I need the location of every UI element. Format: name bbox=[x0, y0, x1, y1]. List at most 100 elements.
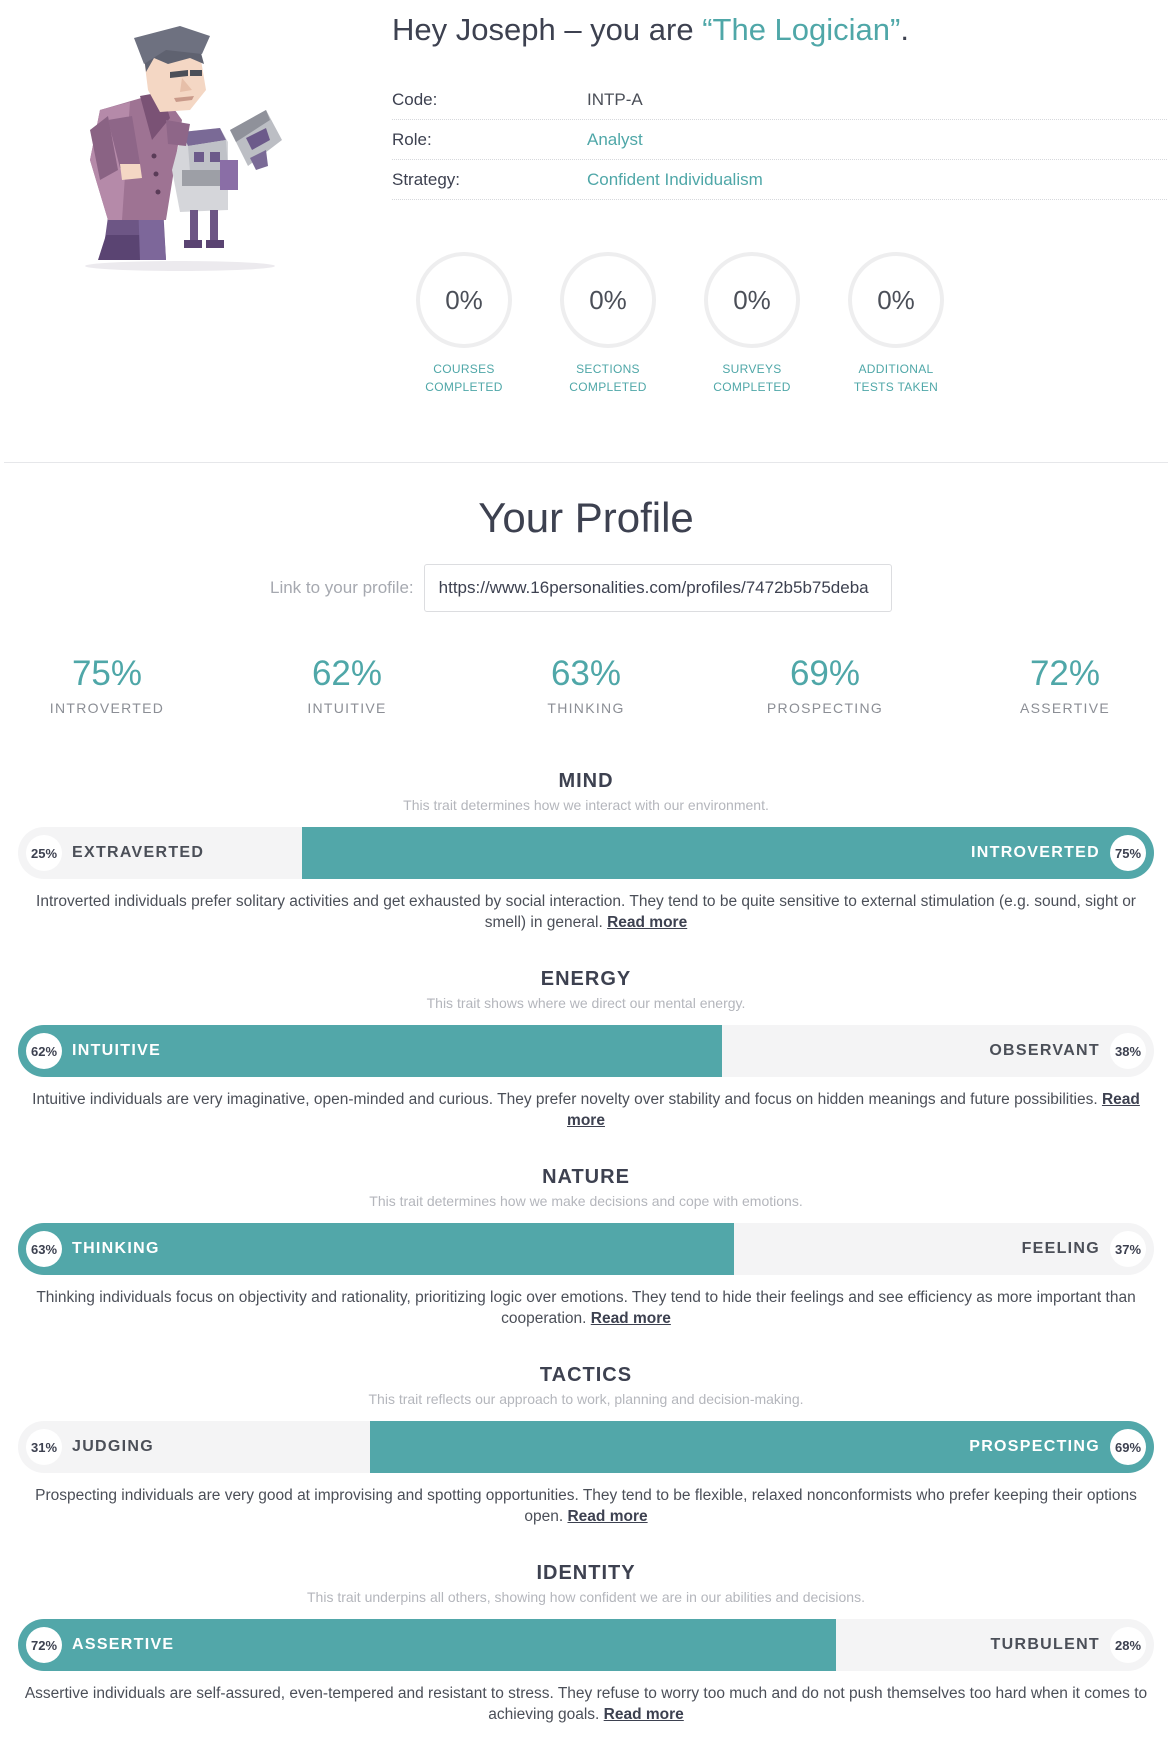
greeting-text: Hey Joseph – you are bbox=[392, 12, 703, 47]
summary-intuitive: 62% INTUITIVE bbox=[247, 654, 447, 716]
progress-stats: 0% COURSES COMPLETED 0% SECTIONS COMPLETED… bbox=[392, 252, 968, 396]
summary-name: INTUITIVE bbox=[307, 700, 387, 716]
left-percent-badge: 25% bbox=[26, 835, 62, 871]
info-row-strategy: Strategy: Confident Individualism bbox=[392, 160, 1167, 200]
left-percent-badge: 63% bbox=[26, 1231, 62, 1267]
right-trait-label: OBSERVANT bbox=[989, 1042, 1100, 1059]
trait-tactics: TACTICS This trait reflects our approach … bbox=[0, 1364, 1172, 1527]
progress-ring: 0% bbox=[848, 252, 944, 348]
description-text: Assertive individuals are self-assured, … bbox=[24, 1685, 1148, 1723]
left-percent-badge: 62% bbox=[26, 1033, 62, 1069]
trait-description: Intuitive individuals are very imaginati… bbox=[16, 1089, 1156, 1131]
right-percent-badge: 28% bbox=[1110, 1627, 1146, 1663]
trait-bar: 63% THINKING FEELING 37% bbox=[18, 1223, 1154, 1275]
summary-name: ASSERTIVE bbox=[1019, 700, 1111, 716]
stat-additional-tests[interactable]: 0% ADDITIONAL TESTS TAKEN bbox=[824, 252, 968, 396]
summary-percent: 62% bbox=[311, 654, 383, 693]
right-percent-badge: 38% bbox=[1110, 1033, 1146, 1069]
right-percent-badge: 75% bbox=[1110, 835, 1146, 871]
summary-assertive: 72% ASSERTIVE bbox=[965, 654, 1165, 716]
result-header-section: Hey Joseph – you are “The Logician”. Cod… bbox=[0, 0, 1172, 462]
trait-nature: NATURE This trait determines how we make … bbox=[0, 1166, 1172, 1329]
summary-prospecting: 69% PROSPECTING bbox=[725, 654, 925, 716]
summary-percent: 75% bbox=[71, 654, 143, 693]
progress-ring: 0% bbox=[416, 252, 512, 348]
read-more-link[interactable]: Read more bbox=[604, 1706, 684, 1723]
stat-surveys[interactable]: 0% SURVEYS COMPLETED bbox=[680, 252, 824, 396]
summary-percent: 72% bbox=[1029, 654, 1101, 693]
left-percent-badge: 31% bbox=[26, 1429, 62, 1465]
progress-ring: 0% bbox=[560, 252, 656, 348]
summary-name: INTROVERTED bbox=[49, 700, 165, 716]
stat-sections[interactable]: 0% SECTIONS COMPLETED bbox=[536, 252, 680, 396]
progress-ring: 0% bbox=[704, 252, 800, 348]
stat-label: ADDITIONAL TESTS TAKEN bbox=[853, 362, 939, 394]
type-name: “The Logician” bbox=[702, 12, 901, 47]
summary-name: PROSPECTING bbox=[766, 700, 884, 716]
trait-title: IDENTITY bbox=[536, 1562, 636, 1584]
right-trait-label: TURBULENT bbox=[990, 1636, 1100, 1653]
info-row-code: Code: INTP-A bbox=[392, 80, 1167, 120]
info-row-role: Role: Analyst bbox=[392, 120, 1167, 160]
right-trait-label: FEELING bbox=[1021, 1240, 1100, 1257]
right-percent-badge: 69% bbox=[1110, 1429, 1146, 1465]
trait-identity: IDENTITY This trait underpins all others,… bbox=[0, 1562, 1172, 1725]
read-more-link[interactable]: Read more bbox=[607, 914, 687, 931]
trait-energy: ENERGY This trait shows where we direct o… bbox=[0, 968, 1172, 1131]
trait-description: Introverted individuals prefer solitary … bbox=[16, 891, 1156, 933]
trait-subtitle: This trait reflects our approach to work… bbox=[368, 1391, 804, 1407]
read-more-link[interactable]: Read more bbox=[567, 1508, 647, 1525]
left-trait-label: JUDGING bbox=[72, 1438, 154, 1455]
description-text: Intuitive individuals are very imaginati… bbox=[32, 1091, 1102, 1108]
summary-introverted: 75% INTROVERTED bbox=[7, 654, 207, 716]
profile-link-row: Link to your profile: https://www.16pers… bbox=[270, 564, 892, 612]
description-text: Thinking individuals focus on objectivit… bbox=[36, 1289, 1136, 1327]
left-trait-label: EXTRAVERTED bbox=[72, 844, 205, 861]
summary-thinking: 63% THINKING bbox=[486, 654, 686, 716]
logician-avatar-icon bbox=[85, 26, 282, 271]
info-key: Strategy: bbox=[392, 169, 461, 189]
trait-bar: 62% INTUITIVE OBSERVANT 38% bbox=[18, 1025, 1154, 1077]
left-trait-label: INTUITIVE bbox=[72, 1042, 162, 1059]
section-divider bbox=[4, 462, 1168, 463]
trait-description: Assertive individuals are self-assured, … bbox=[16, 1683, 1156, 1725]
info-key: Code: bbox=[392, 89, 438, 109]
info-value: INTP-A bbox=[587, 89, 643, 109]
trait-mind: MIND This trait determines how we interac… bbox=[0, 770, 1172, 933]
trait-subtitle: This trait determines how we interact wi… bbox=[403, 797, 769, 813]
trait-description: Prospecting individuals are very good at… bbox=[16, 1485, 1156, 1527]
trait-bar: 72% ASSERTIVE TURBULENT 28% bbox=[18, 1619, 1154, 1671]
info-key: Role: bbox=[392, 129, 432, 149]
trait-description: Thinking individuals focus on objectivit… bbox=[16, 1287, 1156, 1329]
trait-bar: 31% JUDGING PROSPECTING 69% bbox=[18, 1421, 1154, 1473]
left-trait-label: ASSERTIVE bbox=[72, 1636, 175, 1653]
stat-label: SECTIONS COMPLETED bbox=[569, 362, 647, 394]
right-trait-label: PROSPECTING bbox=[969, 1438, 1100, 1455]
stat-label: SURVEYS COMPLETED bbox=[713, 362, 791, 394]
left-trait-label: THINKING bbox=[72, 1240, 160, 1257]
right-trait-label: INTROVERTED bbox=[971, 844, 1100, 861]
profile-link-input[interactable]: https://www.16personalities.com/profiles… bbox=[423, 564, 892, 612]
right-percent-badge: 37% bbox=[1110, 1231, 1146, 1267]
read-more-link[interactable]: Read more bbox=[591, 1310, 671, 1327]
trait-summary: 75% INTROVERTED 62% INTUITIVE 63% THINKI… bbox=[0, 654, 1172, 734]
strategy-link[interactable]: Confident Individualism bbox=[587, 170, 763, 190]
trait-subtitle: This trait determines how we make decisi… bbox=[369, 1193, 803, 1209]
trait-title: MIND bbox=[558, 770, 614, 792]
trait-title: ENERGY bbox=[540, 968, 632, 990]
trait-title: NATURE bbox=[542, 1166, 630, 1188]
role-link[interactable]: Analyst bbox=[587, 130, 643, 150]
trait-subtitle: This trait shows where we direct our men… bbox=[426, 995, 746, 1011]
description-text: Introverted individuals prefer solitary … bbox=[36, 893, 1136, 931]
summary-percent: 63% bbox=[550, 654, 622, 693]
stat-courses[interactable]: 0% COURSES COMPLETED bbox=[392, 252, 536, 396]
profile-link-label: Link to your profile: bbox=[270, 578, 414, 597]
summary-percent: 69% bbox=[789, 654, 861, 693]
left-percent-badge: 72% bbox=[26, 1627, 62, 1663]
stat-label: COURSES COMPLETED bbox=[425, 362, 503, 394]
trait-bar: 25% EXTRAVERTED INTROVERTED 75% bbox=[18, 827, 1154, 879]
personality-headline: Hey Joseph – you are “The Logician”. bbox=[392, 12, 909, 48]
summary-name: THINKING bbox=[547, 700, 625, 716]
profile-title: Your Profile bbox=[478, 494, 694, 541]
trait-title: TACTICS bbox=[539, 1364, 633, 1386]
